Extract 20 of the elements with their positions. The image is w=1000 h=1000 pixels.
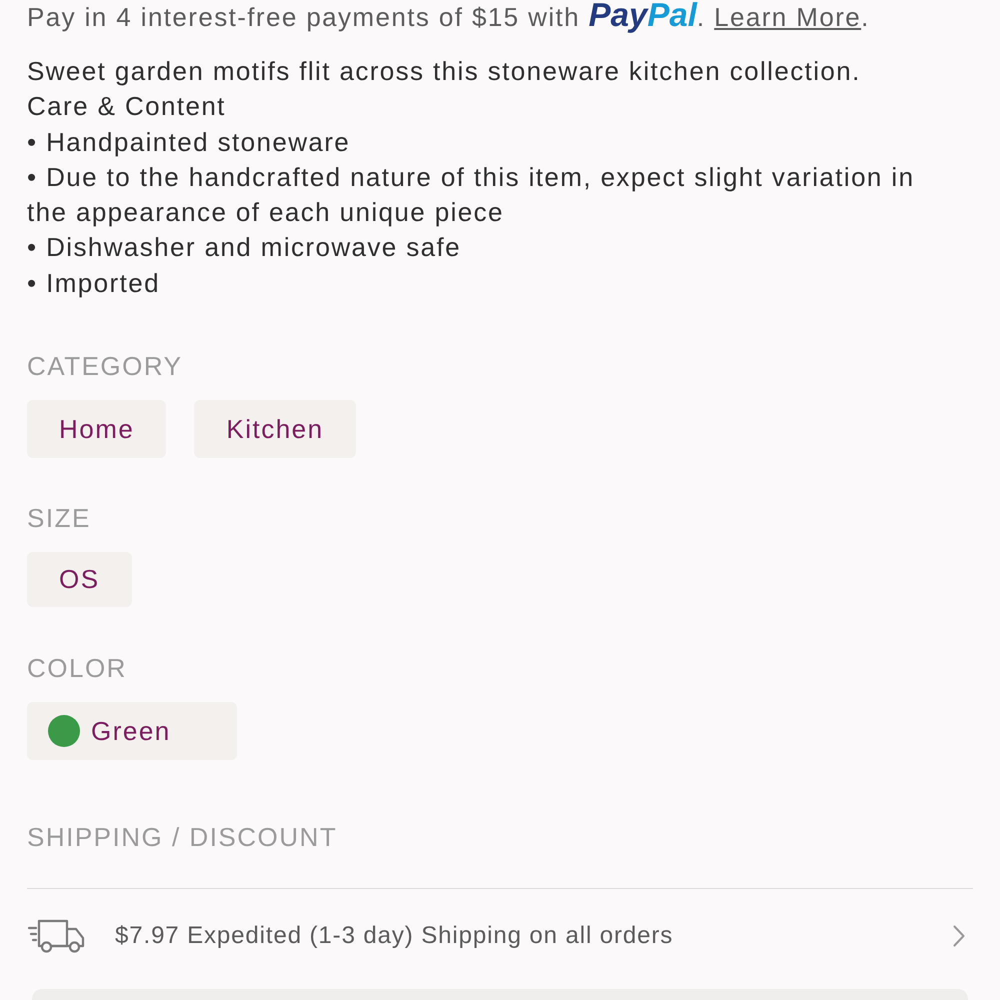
category-tag[interactable]: Kitchen xyxy=(194,400,356,458)
paypal-logo: PayPal xyxy=(588,0,697,33)
care-bullet-text: • Handpainted stoneware xyxy=(27,126,352,159)
size-option[interactable]: OS xyxy=(27,552,132,608)
care-bullet-text: • Due to the handcrafted nature of this item, expect slight variation in the appearance of each unique piece xyxy=(27,160,916,230)
product-description: Sweet garden motifs flit across this stoneware kitchen collection. xyxy=(27,55,861,88)
chevron-right-icon xyxy=(953,925,965,948)
size-heading: SIZE xyxy=(27,503,91,534)
category-tag[interactable]: Home xyxy=(27,400,166,458)
learn-more-link[interactable]: Learn More xyxy=(714,2,862,32)
care-bullet-text: • Imported xyxy=(27,266,161,300)
category-heading: CATEGORY xyxy=(27,351,183,382)
color-heading: COLOR xyxy=(27,653,127,684)
care-bullet-text: • Dishwasher and microwave safe xyxy=(27,231,462,264)
color-option[interactable]: Green xyxy=(27,702,237,760)
shipping-discount-heading: SHIPPING / DISCOUNT xyxy=(27,822,338,852)
care-content-heading: Care & Content xyxy=(27,90,226,124)
paypal-installment-text: Pay in 4 interest-free payments of $15 with PayPal. Learn More. xyxy=(27,0,870,32)
shipping-offer-row[interactable]: $7.97 Expedited (1-3 day) Shipping on all orders xyxy=(27,889,973,984)
delivery-truck-icon xyxy=(27,919,85,954)
